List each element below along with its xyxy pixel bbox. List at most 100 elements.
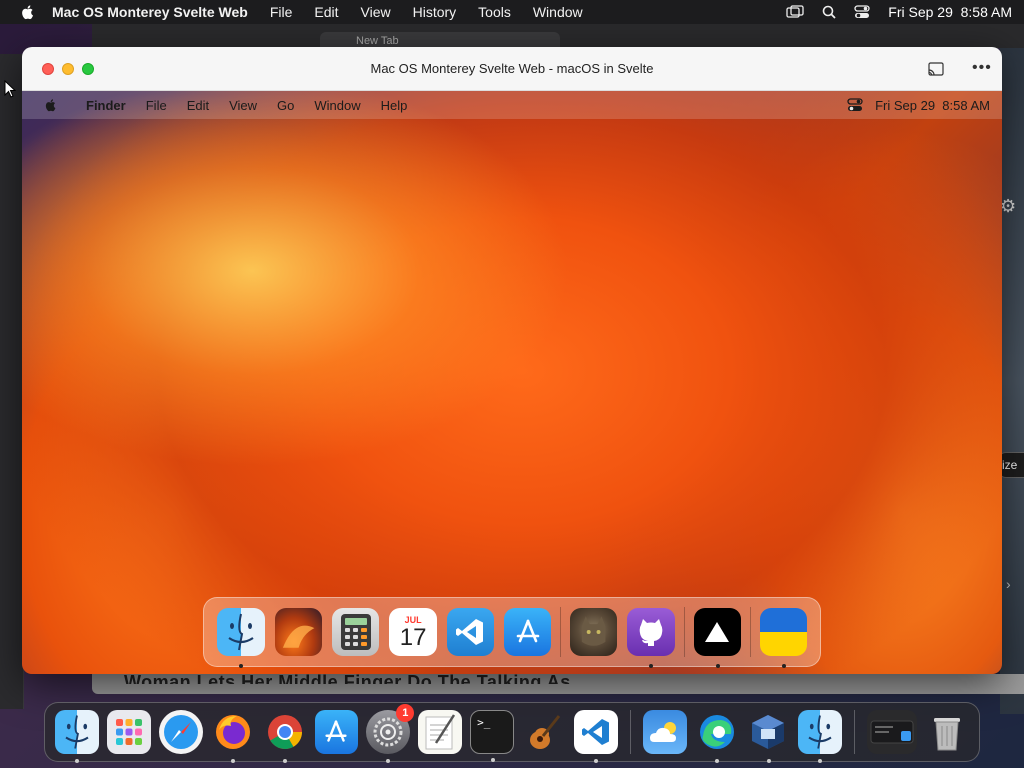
inner-dock-finder[interactable] xyxy=(217,608,265,668)
host-dock-system-settings[interactable]: 1 xyxy=(366,704,415,763)
host-dock-finder-window[interactable] xyxy=(798,710,843,763)
host-menu-tools[interactable]: Tools xyxy=(478,4,511,20)
search-icon[interactable] xyxy=(822,5,836,19)
host-dock-launchpad[interactable] xyxy=(107,710,151,754)
launchpad-icon xyxy=(115,719,142,745)
host-dock-trash[interactable] xyxy=(925,710,969,754)
inner-dock-calendar[interactable]: JUL 17 xyxy=(389,608,437,656)
host-dock-weather[interactable] xyxy=(642,710,687,754)
running-indicator xyxy=(282,759,287,763)
more-options-icon[interactable]: ••• xyxy=(972,59,992,77)
cat-photo-icon xyxy=(581,616,606,646)
running-indicator xyxy=(818,759,823,763)
running-indicator xyxy=(714,759,719,763)
inner-dock-separator xyxy=(749,607,751,657)
background-window-left-edge xyxy=(0,54,24,709)
inner-dock-github[interactable] xyxy=(627,608,675,668)
running-indicator xyxy=(766,759,771,763)
terminal-prompt: >_ xyxy=(477,716,491,729)
host-dock-separator xyxy=(854,710,856,754)
host-menu-file[interactable]: File xyxy=(270,4,293,20)
host-dock-separator xyxy=(629,710,631,754)
host-dock-minimized-window[interactable] xyxy=(867,710,918,754)
inner-menu-help[interactable]: Help xyxy=(381,98,408,113)
wallpaper-icon xyxy=(282,625,315,648)
running-indicator xyxy=(230,759,235,763)
size-button-label: ize xyxy=(1002,458,1018,472)
host-menu-view[interactable]: View xyxy=(361,4,391,20)
background-window-right-edge: ⚙ ize › xyxy=(998,48,1024,714)
inner-dock: JUL 17 xyxy=(203,597,821,668)
chrome-icon xyxy=(267,715,302,749)
vscode-icon xyxy=(581,719,609,745)
screen-mirroring-icon[interactable] xyxy=(786,5,804,19)
host-dock-edge[interactable] xyxy=(695,710,739,763)
host-dock-finder[interactable] xyxy=(55,710,99,763)
inner-dock-vercel[interactable] xyxy=(693,608,741,668)
host-clock[interactable]: Fri Sep 29 8:58 AM xyxy=(888,4,1012,20)
host-menu-window[interactable]: Window xyxy=(533,4,583,20)
textedit-pen-icon xyxy=(425,714,456,750)
virtualbox-cube-icon xyxy=(752,715,785,749)
host-dock-firefox[interactable] xyxy=(211,710,255,763)
running-indicator xyxy=(593,759,598,763)
finder-icon xyxy=(228,613,254,651)
mouse-cursor-icon xyxy=(4,80,16,98)
app-store-icon xyxy=(516,619,539,643)
inner-menu-window[interactable]: Window xyxy=(314,98,360,113)
inner-menu-bar: Finder File Edit View Go Window Help Fri… xyxy=(22,91,1002,119)
github-icon xyxy=(639,619,663,646)
cast-icon[interactable] xyxy=(928,62,944,76)
safari-compass-icon xyxy=(163,715,198,749)
inner-dock-cat-photo[interactable] xyxy=(570,608,618,656)
trash-icon xyxy=(934,718,961,751)
inner-dock-wallpapers[interactable] xyxy=(275,608,323,656)
inner-dock-separator xyxy=(560,607,562,657)
running-indicator xyxy=(386,759,391,763)
inner-menu-finder[interactable]: Finder xyxy=(86,98,126,113)
main-window: Mac OS Monterey Svelte Web - macOS in Sv… xyxy=(22,47,1002,674)
background-tab-bar: New Tab xyxy=(92,24,1024,50)
running-indicator xyxy=(491,758,496,762)
host-dock-garageband[interactable] xyxy=(522,710,566,754)
inner-menu-go[interactable]: Go xyxy=(277,98,294,113)
host-dock-app-store[interactable] xyxy=(314,710,359,754)
apple-logo-icon[interactable] xyxy=(20,4,36,20)
running-indicator xyxy=(715,664,720,668)
inner-dock-ukraine[interactable] xyxy=(759,608,808,668)
weather-cloud-icon xyxy=(649,722,676,742)
inner-dock-vscode[interactable] xyxy=(446,608,494,656)
inner-menu-view[interactable]: View xyxy=(229,98,257,113)
vscode-icon xyxy=(456,619,484,645)
edge-icon xyxy=(699,715,734,749)
desktop-wallpaper[interactable]: Finder File Edit View Go Window Help Fri… xyxy=(22,91,1002,674)
running-indicator xyxy=(781,664,786,668)
inner-dock-calculator[interactable] xyxy=(332,608,380,656)
window-title: Mac OS Monterey Svelte Web - macOS in Sv… xyxy=(370,61,654,76)
inner-menu-file[interactable]: File xyxy=(146,98,167,113)
minimized-window-icon xyxy=(870,720,914,744)
host-dock-vscode[interactable] xyxy=(573,710,618,763)
host-menu-history[interactable]: History xyxy=(413,4,457,20)
notification-badge: 1 xyxy=(396,704,415,722)
host-dock-terminal[interactable]: >_ xyxy=(470,710,514,762)
control-center-icon[interactable] xyxy=(854,5,870,19)
chevron-right-icon[interactable]: › xyxy=(1006,576,1011,592)
running-indicator xyxy=(649,664,654,668)
inner-dock-app-store[interactable] xyxy=(503,608,552,656)
host-dock-safari[interactable] xyxy=(158,710,203,754)
host-dock-virtualbox[interactable] xyxy=(747,710,791,763)
inner-apple-logo-icon[interactable] xyxy=(44,98,58,112)
host-dock-textedit[interactable] xyxy=(418,710,463,754)
inner-clock[interactable]: Fri Sep 29 8:58 AM xyxy=(875,98,990,113)
host-app-name[interactable]: Mac OS Monterey Svelte Web xyxy=(52,4,248,20)
host-dock-chrome[interactable] xyxy=(263,710,307,763)
host-dock: 1 >_ xyxy=(44,702,980,763)
gear-icon[interactable]: ⚙ xyxy=(1000,196,1016,217)
vercel-triangle-icon xyxy=(705,622,730,642)
inner-control-center-icon[interactable] xyxy=(847,98,863,112)
inner-menu-edit[interactable]: Edit xyxy=(187,98,209,113)
host-menu-bar: Mac OS Monterey Svelte Web File Edit Vie… xyxy=(0,0,1024,24)
window-title-bar[interactable]: Mac OS Monterey Svelte Web - macOS in Sv… xyxy=(22,47,1002,91)
host-menu-edit[interactable]: Edit xyxy=(314,4,338,20)
